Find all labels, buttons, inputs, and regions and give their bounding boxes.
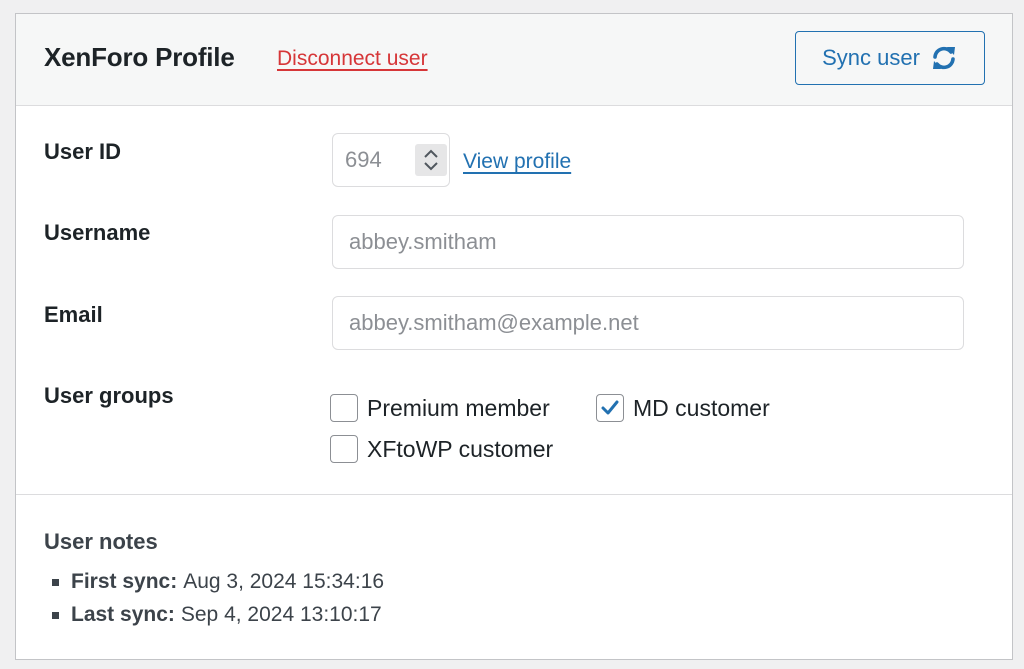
user-groups-label: User groups	[44, 383, 174, 408]
user-id-label: User ID	[44, 139, 122, 164]
email-label: Email	[44, 302, 103, 327]
user-id-value: 694	[345, 147, 382, 172]
bullet-icon	[52, 611, 59, 619]
note-value: Sep 4, 2024 13:10:17	[180, 603, 382, 626]
xftowp-customer-checkbox[interactable]	[330, 435, 358, 463]
number-spinner-icon[interactable]	[415, 144, 447, 176]
section-divider	[16, 494, 1012, 495]
sync-user-button[interactable]: Sync user	[795, 31, 985, 85]
panel-title: XenForo Profile	[44, 42, 235, 72]
group-option-premium-member[interactable]: Premium member	[330, 394, 550, 422]
note-key: Last sync:	[71, 603, 175, 626]
note-value: Aug 3, 2024 15:34:16	[183, 570, 385, 593]
user-notes-title: User notes	[44, 529, 158, 554]
checkmark-icon	[601, 400, 619, 415]
xftowp-customer-label: XFtoWP customer	[367, 435, 554, 462]
note-first-sync: First sync: Aug 3, 2024 15:34:16	[52, 570, 384, 594]
xenforo-profile-panel: XenForo Profile Disconnect user Sync use…	[15, 13, 1013, 660]
view-profile-link[interactable]: View profile	[463, 150, 571, 174]
username-field[interactable]: abbey.smitham	[332, 215, 964, 269]
note-key: First sync:	[71, 570, 178, 593]
md-customer-checkbox[interactable]	[596, 394, 624, 422]
bullet-icon	[52, 578, 59, 586]
premium-member-label: Premium member	[367, 394, 550, 421]
md-customer-label: MD customer	[633, 394, 770, 421]
email-field[interactable]: abbey.smitham@example.net	[332, 296, 964, 350]
sync-user-label: Sync user	[822, 45, 920, 70]
premium-member-checkbox[interactable]	[330, 394, 358, 422]
group-option-md-customer[interactable]: MD customer	[596, 394, 770, 422]
disconnect-user-link[interactable]: Disconnect user	[277, 47, 428, 71]
note-last-sync: Last sync: Sep 4, 2024 13:10:17	[52, 603, 382, 627]
refresh-icon	[930, 44, 958, 72]
group-option-xftowp-customer[interactable]: XFtoWP customer	[330, 435, 553, 463]
user-id-input[interactable]: 694	[332, 133, 450, 187]
username-label: Username	[44, 220, 151, 245]
panel-header: XenForo Profile Disconnect user Sync use…	[16, 14, 1012, 106]
